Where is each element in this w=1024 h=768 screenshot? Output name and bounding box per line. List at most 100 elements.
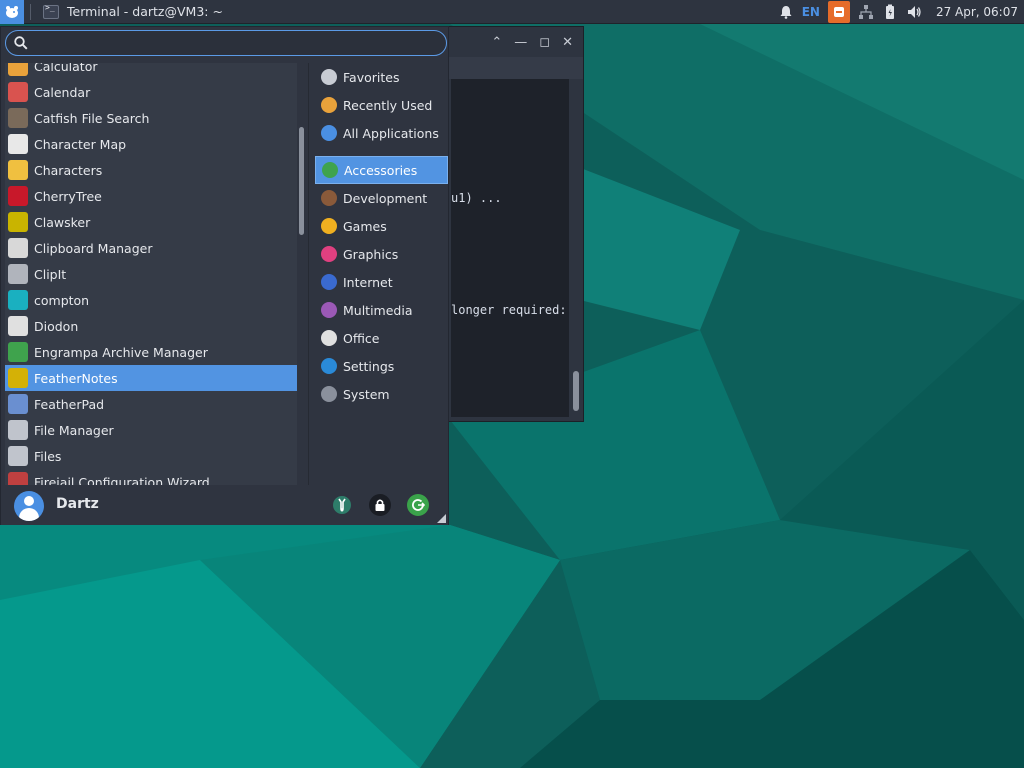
app-item[interactable]: Clipboard Manager: [5, 235, 297, 261]
taskbar-terminal-button[interactable]: Terminal - dartz@VM3: ~: [37, 0, 229, 24]
terminal-output[interactable]: u1) ... longer required:: [451, 79, 569, 417]
app-item-label: Firejail Configuration Wizard: [34, 474, 210, 486]
calendar-icon: [8, 82, 28, 102]
taskbar-window-title: Terminal - dartz@VM3: ~: [67, 4, 223, 19]
panel-separator: [30, 3, 31, 20]
files-icon: [8, 446, 28, 466]
category-label: Graphics: [343, 246, 399, 262]
terminal-scrollbar[interactable]: [573, 79, 579, 417]
app-item-label: Catfish File Search: [34, 110, 150, 126]
category-graphics[interactable]: Graphics: [315, 240, 448, 268]
category-internet[interactable]: Internet: [315, 268, 448, 296]
app-item[interactable]: Catfish File Search: [5, 105, 297, 131]
calculator-icon: [8, 63, 28, 76]
app-item-label: Calendar: [34, 84, 91, 100]
category-accessories[interactable]: Accessories: [315, 156, 448, 184]
volume-icon[interactable]: [906, 4, 922, 20]
development-icon: [321, 190, 337, 206]
compton-icon: [8, 290, 28, 310]
multimedia-icon: [321, 302, 337, 318]
application-list-scrollbar[interactable]: [299, 127, 304, 235]
app-item[interactable]: FeatherPad: [5, 391, 297, 417]
category-label: Recently Used: [343, 97, 433, 113]
category-all-applications[interactable]: All Applications: [315, 119, 448, 147]
keyboard-layout-indicator[interactable]: EN: [802, 5, 820, 19]
accessories-icon: [322, 162, 338, 178]
search-box[interactable]: [5, 30, 447, 56]
xfce-mouse-icon: [6, 5, 18, 18]
maximize-icon[interactable]: ◻: [539, 35, 550, 50]
app-item[interactable]: Calendar: [5, 79, 297, 105]
app-item[interactable]: FeatherNotes: [5, 365, 297, 391]
app-item[interactable]: ClipIt: [5, 261, 297, 287]
app-item[interactable]: Calculator: [5, 63, 297, 79]
category-label: Internet: [343, 274, 393, 290]
logout-button[interactable]: [407, 494, 429, 516]
dots-icon: [321, 125, 337, 141]
app-item[interactable]: Firejail Configuration Wizard: [5, 469, 297, 485]
characters-icon: [8, 160, 28, 180]
system-tray: EN 27 Apr, 06:07: [778, 0, 1024, 24]
terminal-line: longer required:: [451, 303, 567, 317]
category-separator: [315, 147, 448, 156]
maximize-menu-icon[interactable]: ⌃: [491, 35, 502, 50]
whisker-menu-button[interactable]: [0, 0, 24, 24]
category-development[interactable]: Development: [315, 184, 448, 212]
terminal-titlebar: ⌃ — ◻ ✕: [449, 27, 583, 57]
app-item-label: CherryTree: [34, 188, 102, 204]
category-office[interactable]: Office: [315, 324, 448, 352]
notification-bell-icon[interactable]: [778, 4, 794, 20]
panel-clock[interactable]: 27 Apr, 06:07: [936, 5, 1018, 19]
application-list[interactable]: Calculator Calendar Catfish File Search Cha…: [5, 63, 297, 485]
gamepad-icon: [321, 218, 337, 234]
app-item[interactable]: CherryTree: [5, 183, 297, 209]
settings-manager-button[interactable]: [331, 494, 353, 516]
search-input[interactable]: [34, 35, 434, 51]
app-item-label: ClipIt: [34, 266, 67, 282]
user-avatar: [14, 491, 44, 521]
username: Dartz: [56, 496, 99, 512]
app-item-label: Diodon: [34, 318, 79, 334]
terminal-menubar: [449, 57, 583, 79]
lock-screen-button[interactable]: [369, 494, 391, 516]
app-item-label: Calculator: [34, 63, 98, 74]
category-favorites[interactable]: Favorites: [315, 63, 448, 91]
app-item[interactable]: Engrampa Archive Manager: [5, 339, 297, 365]
category-recently-used[interactable]: Recently Used: [315, 91, 448, 119]
network-icon[interactable]: [858, 4, 874, 20]
app-item[interactable]: Files: [5, 443, 297, 469]
terminal-line: u1) ...: [451, 191, 502, 205]
category-settings[interactable]: Settings: [315, 352, 448, 380]
app-item[interactable]: Characters: [5, 157, 297, 183]
app-item-label: compton: [34, 292, 90, 308]
battery-icon[interactable]: [882, 4, 898, 20]
settings-icon: [321, 358, 337, 374]
category-label: Games: [343, 218, 387, 234]
minimize-icon[interactable]: —: [514, 35, 527, 50]
app-item[interactable]: Character Map: [5, 131, 297, 157]
app-item-label: FeatherPad: [34, 396, 105, 412]
menu-resize-grip[interactable]: [437, 514, 446, 523]
menu-footer: Dartz: [1, 485, 448, 525]
app-item[interactable]: compton: [5, 287, 297, 313]
cherrytree-icon: [8, 186, 28, 206]
category-system[interactable]: System: [315, 380, 448, 408]
category-games[interactable]: Games: [315, 212, 448, 240]
category-multimedia[interactable]: Multimedia: [315, 296, 448, 324]
clipboard-icon: [8, 238, 28, 258]
terminal-scrollbar-thumb[interactable]: [573, 371, 579, 411]
globe-icon: [321, 274, 337, 290]
menu-divider: [308, 63, 309, 485]
app-item[interactable]: Clawsker: [5, 209, 297, 235]
firejail-icon: [8, 472, 28, 485]
update-notifier-icon[interactable]: [827, 1, 850, 23]
app-item-label: Character Map: [34, 136, 127, 152]
close-icon[interactable]: ✕: [562, 35, 573, 50]
star-icon: [321, 69, 337, 85]
app-item[interactable]: Diodon: [5, 313, 297, 339]
logout-icon: [412, 499, 425, 511]
category-label: Settings: [343, 358, 395, 374]
category-label: Accessories: [344, 162, 418, 178]
app-item[interactable]: File Manager: [5, 417, 297, 443]
app-item-label: Files: [34, 448, 62, 464]
